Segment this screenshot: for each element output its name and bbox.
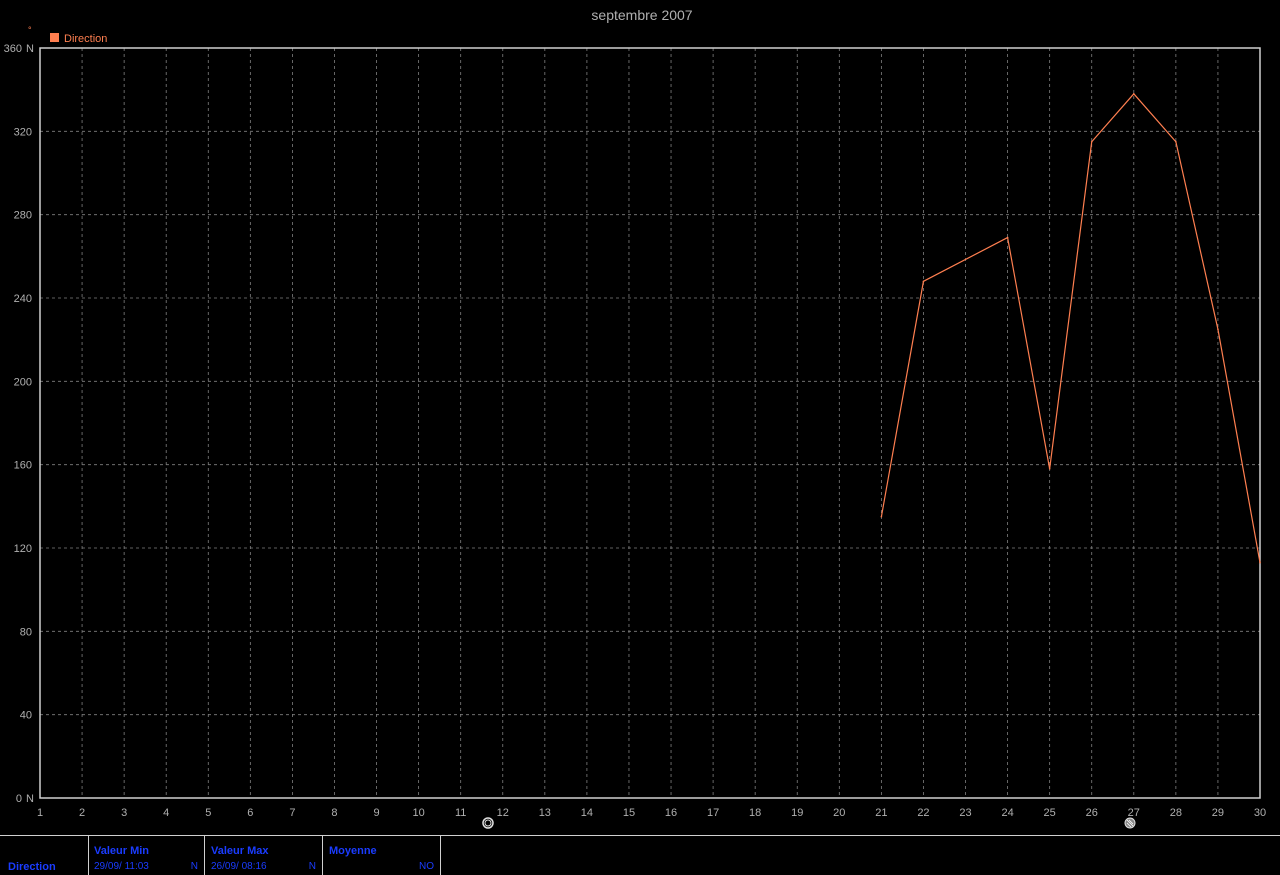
x-tick-label: 26: [1086, 807, 1098, 819]
y-tick-label: 240: [14, 293, 32, 305]
line-chart: septembre 2007 ° Direction 0 N40801201602…: [4, 7, 1266, 829]
data-point: [922, 280, 925, 283]
stats-avg-cell: Moyenne NO: [323, 836, 441, 875]
stats-max-label: Valeur Max: [211, 845, 269, 857]
x-axis-labels: 1 2 3 4 5 6 7 8 9 10 11 12 13 14 15 16 17 18 19 20 21 22 23 24 2…: [37, 807, 1266, 819]
data-point: [1217, 328, 1219, 331]
x-tick-label: 7: [289, 807, 295, 819]
chart-title: septembre 2007: [591, 7, 692, 23]
stats-max-value: N: [308, 861, 316, 872]
x-tick-label: 29: [1212, 807, 1224, 819]
stats-series-label: Direction: [8, 861, 56, 873]
stats-min-date: 29/09/ 11:03: [94, 861, 149, 872]
y-tick-label: 280: [14, 210, 32, 222]
x-tick-label: 14: [581, 807, 593, 819]
y-tick-label: 40: [20, 710, 32, 722]
stats-min-label: Valeur Min: [94, 845, 150, 857]
y-axis-labels: 0 N4080120160200240280320360 N: [4, 43, 34, 805]
x-tick-label: 13: [539, 807, 551, 819]
data-point: [1132, 93, 1135, 95]
x-tick-label: 24: [1001, 807, 1013, 819]
data-point: [1175, 140, 1177, 143]
axes: [39, 47, 1261, 799]
x-tick-label: 20: [833, 807, 845, 819]
legend-swatch: [50, 33, 59, 42]
y-tick-label: 200: [14, 376, 32, 388]
x-tick-label: 16: [665, 807, 677, 819]
legend-label: Direction: [64, 33, 107, 45]
series-group: [880, 92, 1261, 564]
stats-min-value: N: [190, 861, 198, 872]
x-tick-label: 9: [373, 807, 379, 819]
x-tick-label: 12: [497, 807, 509, 819]
new-moon-icon: [482, 817, 494, 829]
x-tick-label: 3: [121, 807, 127, 819]
grid: [40, 48, 1260, 798]
x-tick-label: 30: [1254, 807, 1266, 819]
stats-max-cell: Valeur Max 26/09/ 08:16 N: [205, 836, 323, 875]
full-moon-icon: [1124, 817, 1136, 829]
x-tick-label: 15: [623, 807, 635, 819]
stats-series-cell: Direction: [0, 836, 89, 875]
x-tick-label: 22: [917, 807, 929, 819]
x-tick-label: 28: [1170, 807, 1182, 819]
x-tick-label: 8: [331, 807, 337, 819]
x-tick-label: 27: [1128, 807, 1140, 819]
data-point: [1090, 140, 1093, 143]
y-tick-label: 360: [4, 43, 22, 55]
y-compass-label: N: [26, 43, 34, 55]
stats-avg-label: Moyenne: [329, 845, 377, 857]
unit-marker: °: [28, 25, 32, 35]
x-tick-label: 23: [959, 807, 971, 819]
x-tick-label: 25: [1044, 807, 1056, 819]
x-tick-label: 18: [749, 807, 761, 819]
x-tick-label: 6: [247, 807, 253, 819]
x-tick-label: 21: [875, 807, 887, 819]
y-tick-label: 160: [14, 460, 32, 472]
y-tick-label: 120: [14, 543, 32, 555]
x-tick-label: 5: [205, 807, 211, 819]
x-tick-label: 4: [163, 807, 169, 819]
y-tick-label: 80: [20, 626, 32, 638]
stats-max-date: 26/09/ 08:16: [211, 861, 267, 872]
x-tick-label: 11: [455, 807, 466, 819]
x-tick-label: 2: [79, 807, 85, 819]
stats-panel: Direction Valeur Min 29/09/ 11:03 N Vale…: [0, 835, 1280, 875]
y-tick-label: 320: [14, 126, 32, 138]
x-tick-label: 19: [791, 807, 803, 819]
data-point: [1048, 468, 1051, 470]
x-tick-label: 17: [707, 807, 719, 819]
x-tick-label: 10: [412, 807, 424, 819]
data-point: [1259, 561, 1261, 564]
stats-min-cell: Valeur Min 29/09/ 11:03 N: [89, 836, 205, 875]
plot-frame: [39, 47, 1261, 799]
data-point: [1006, 236, 1009, 239]
stats-avg-value: NO: [419, 861, 434, 872]
series-line-direction: [880, 92, 1261, 563]
x-tick-label: 1: [37, 807, 43, 819]
y-tick-label: 0: [16, 793, 22, 805]
y-compass-label: N: [26, 793, 34, 805]
data-point: [880, 515, 883, 518]
